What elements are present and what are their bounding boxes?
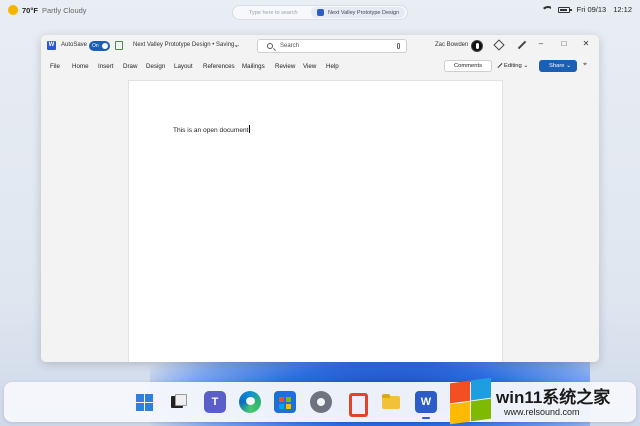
menu-review[interactable]: Review xyxy=(275,63,295,70)
pin-ribbon-icon[interactable]: ⌖ xyxy=(583,61,592,70)
document-body[interactable]: This is an open document xyxy=(173,125,250,134)
weather-condition: Partly Cloudy xyxy=(41,5,87,15)
office-icon[interactable] xyxy=(345,391,368,417)
top-search-placeholder[interactable]: Type here to search xyxy=(233,10,311,16)
autosave-label: AutoSave xyxy=(61,42,88,48)
word-window: W AutoSave On Next Valley Prototype Desi… xyxy=(41,35,599,362)
text-cursor xyxy=(248,125,250,133)
comments-button[interactable]: Comments xyxy=(444,60,492,72)
chevron-down-icon[interactable]: ⌄ xyxy=(234,42,239,49)
active-app-label: Next Valley Prototype Design xyxy=(328,9,400,16)
document-title[interactable]: Next Valley Prototype Design • Saving... xyxy=(133,42,239,48)
autosave-toggle[interactable]: On xyxy=(89,41,110,51)
task-view-icon[interactable] xyxy=(168,391,190,413)
share-button[interactable]: Share ⌄ xyxy=(539,60,577,72)
microphone-icon[interactable] xyxy=(397,43,400,49)
watermark-url: www.relsound.com xyxy=(504,407,580,417)
word-search-box[interactable]: Search xyxy=(257,39,407,53)
document-text: This is an open document xyxy=(173,127,249,134)
share-label: Share xyxy=(549,63,565,69)
title-bar: W AutoSave On Next Valley Prototype Desi… xyxy=(41,35,599,57)
watermark-title: win11系统之家 xyxy=(496,388,611,407)
menu-design[interactable]: Design xyxy=(146,63,165,70)
minimize-icon[interactable]: – xyxy=(536,39,546,48)
system-tray: Fri 09/13 12:12 xyxy=(540,5,632,14)
partly-cloudy-icon xyxy=(8,5,18,15)
weather-widget[interactable]: 70°F Partly Cloudy xyxy=(8,5,87,15)
edge-icon[interactable] xyxy=(239,391,261,413)
editing-label: Editing xyxy=(504,63,522,69)
time-label[interactable]: 12:12 xyxy=(613,5,632,14)
top-search-pill[interactable]: Type here to search Next Valley Prototyp… xyxy=(232,5,408,20)
menu-draw[interactable]: Draw xyxy=(123,63,137,70)
menu-layout[interactable]: Layout xyxy=(174,63,193,70)
menu-file[interactable]: File xyxy=(50,63,60,70)
file-explorer-icon[interactable] xyxy=(380,391,402,413)
menu-home[interactable]: Home xyxy=(72,63,89,70)
ribbon-menu: File Home Insert Draw Design Layout Refe… xyxy=(41,57,599,75)
menu-insert[interactable]: Insert xyxy=(98,63,113,70)
date-label[interactable]: Fri 09/13 xyxy=(577,5,607,14)
close-icon[interactable]: ✕ xyxy=(581,39,591,48)
menu-mailings[interactable]: Mailings xyxy=(242,63,265,70)
menu-references[interactable]: References xyxy=(203,63,235,70)
settings-gear-icon[interactable] xyxy=(310,391,332,413)
active-app-indicator xyxy=(422,417,430,419)
wifi-icon[interactable] xyxy=(540,6,551,13)
document-canvas: This is an open document xyxy=(41,79,599,362)
user-name[interactable]: Zac Bowden xyxy=(435,42,468,48)
menu-view[interactable]: View xyxy=(303,63,316,70)
search-icon xyxy=(267,43,273,49)
save-icon[interactable] xyxy=(115,41,123,50)
pen-icon[interactable] xyxy=(517,40,527,50)
active-app-chip[interactable]: Next Valley Prototype Design xyxy=(311,7,406,18)
word-taskbar-icon[interactable]: W xyxy=(415,391,437,413)
start-icon[interactable] xyxy=(133,391,155,413)
windows-logo-icon xyxy=(448,377,492,425)
store-icon[interactable] xyxy=(274,391,296,413)
weather-temp: 70°F xyxy=(22,5,38,15)
teams-icon[interactable]: T xyxy=(204,391,226,413)
word-app-icon xyxy=(317,9,324,16)
menu-help[interactable]: Help xyxy=(326,63,339,70)
avatar[interactable] xyxy=(471,40,483,52)
site-watermark: win11系统之家 www.relsound.com xyxy=(444,376,640,426)
battery-icon[interactable] xyxy=(557,6,572,13)
top-status-bar: 70°F Partly Cloudy Type here to search N… xyxy=(0,0,640,24)
maximize-icon[interactable]: □ xyxy=(559,39,569,48)
document-page[interactable]: This is an open document xyxy=(128,80,503,362)
premium-diamond-icon[interactable] xyxy=(493,39,505,51)
editing-button[interactable]: Editing ⌄ xyxy=(495,60,535,72)
word-logo-icon: W xyxy=(47,41,56,50)
word-search-placeholder: Search xyxy=(280,43,300,49)
